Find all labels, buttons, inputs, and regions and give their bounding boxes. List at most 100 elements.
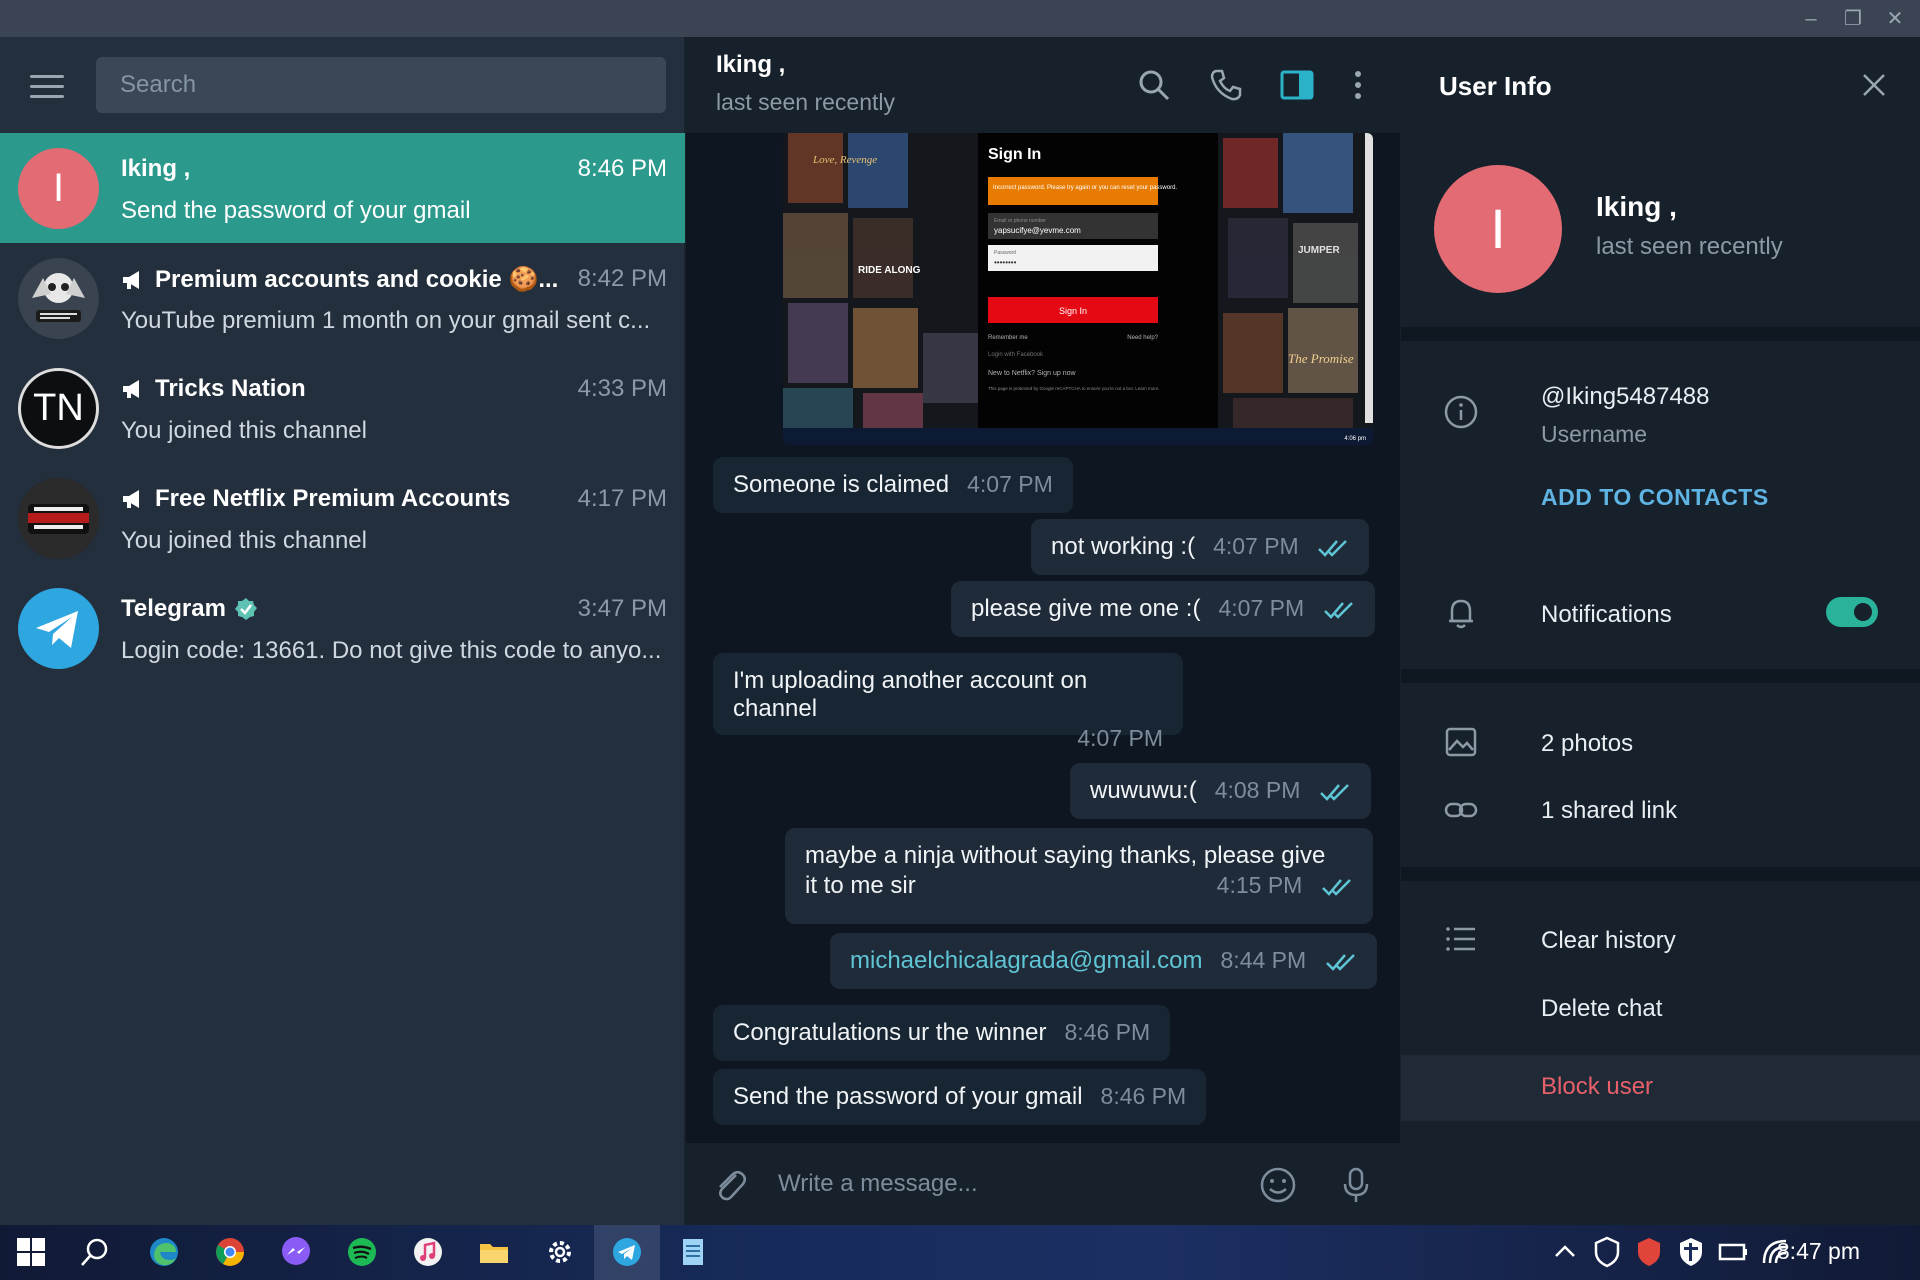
emoji-icon[interactable] (1258, 1165, 1298, 1205)
email-link[interactable]: michaelchicalagrada@gmail.com (850, 947, 1203, 974)
message-bubble[interactable]: Congratulations ur the winner 8:46 PM (713, 1005, 1171, 1061)
chat-preview: Login code: 13661. Do not give this code… (121, 637, 662, 664)
peer-name[interactable]: Iking , (716, 51, 785, 79)
minimize-button[interactable]: – (1796, 6, 1826, 32)
settings-gear-icon[interactable] (543, 1235, 577, 1269)
add-to-contacts-button[interactable]: ADD TO CONTACTS (1541, 484, 1769, 511)
photo-poster-title: The Promise (1288, 351, 1354, 366)
user-name: Iking , (1596, 191, 1677, 222)
restore-button[interactable]: ❐ (1838, 6, 1868, 32)
delete-chat-button[interactable]: Delete chat (1541, 995, 1662, 1023)
clear-history-button[interactable]: Clear history (1541, 927, 1676, 955)
windows-start-icon[interactable] (14, 1235, 48, 1269)
security-shield-icon[interactable] (1590, 1235, 1624, 1269)
message-bubble[interactable]: Someone is claimed 4:07 PM (713, 457, 1073, 513)
attach-icon[interactable] (710, 1165, 750, 1205)
photo-signin-button: Sign In (1059, 306, 1087, 316)
avatar (18, 478, 99, 559)
chat-preview: YouTube premium 1 month on your gmail se… (121, 307, 651, 334)
messenger-icon[interactable] (279, 1235, 313, 1269)
more-options-icon[interactable] (1340, 67, 1376, 103)
file-explorer-icon[interactable] (477, 1235, 511, 1269)
message-bubble[interactable]: wuwuwu:(4:08 PM (1070, 763, 1372, 819)
shared-photos-item[interactable]: 2 photos (1541, 730, 1633, 758)
shared-links-item[interactable]: 1 shared link (1541, 797, 1677, 825)
itunes-icon[interactable] (411, 1235, 445, 1269)
chat-name: Premium accounts and cookie 🍪... (121, 265, 558, 294)
avatar[interactable]: I (1434, 165, 1562, 293)
message-composer (686, 1143, 1400, 1225)
message-bubble[interactable]: maybe a ninja without saying thanks, ple… (785, 828, 1373, 924)
chat-list: I Iking , 8:46 PM Send the password of y… (0, 133, 685, 683)
message-bubble[interactable]: please give me one :(4:07 PM (951, 581, 1375, 637)
chevron-up-icon[interactable] (1548, 1235, 1582, 1269)
search-icon[interactable] (78, 1235, 112, 1269)
taskbar-clock[interactable]: 8:47 pm (1777, 1238, 1860, 1265)
chat-time: 8:42 PM (577, 265, 667, 292)
photo-facebook-text: Login with Facebook (988, 352, 1044, 358)
chat-time: 8:46 PM (577, 155, 667, 182)
chat-header[interactable]: Iking , last seen recently (686, 37, 1400, 133)
chat-preview: You joined this channel (121, 417, 367, 444)
message-text: Congratulations ur the winner (733, 1019, 1047, 1046)
hamburger-menu-icon[interactable] (30, 75, 64, 99)
taskbar: 8:47 pm (0, 1225, 1920, 1280)
search-box[interactable] (96, 57, 666, 113)
chat-list-pane: I Iking , 8:46 PM Send the password of y… (0, 37, 685, 1225)
message-bubble[interactable]: I'm uploading another account on channel… (713, 653, 1183, 751)
chat-name: Tricks Nation (121, 375, 306, 403)
message-time: 4:07 PM (967, 471, 1053, 497)
close-window-button[interactable]: ✕ (1880, 6, 1910, 32)
notifications-toggle[interactable] (1826, 597, 1878, 627)
avatar (18, 258, 99, 339)
message-input[interactable] (778, 1161, 1278, 1207)
photo-alert-text: Incorrect password. Please try again or … (993, 185, 1177, 191)
microphone-icon[interactable] (1336, 1165, 1376, 1205)
username-value[interactable]: @Iking5487488 (1541, 383, 1710, 411)
edge-icon[interactable] (147, 1235, 181, 1269)
megaphone-icon (123, 490, 139, 508)
telegram-taskbar-icon[interactable] (610, 1235, 644, 1269)
chat-item-telegram[interactable]: Telegram 3:47 PM Login code: 13661. Do n… (0, 573, 685, 683)
photo-need-help-text: Need help? (1127, 335, 1158, 341)
close-icon[interactable] (1856, 67, 1892, 103)
search-icon[interactable] (1136, 67, 1172, 103)
message-bubble[interactable]: Send the password of your gmail 8:46 PM (713, 1069, 1207, 1125)
chat-item-premium-accounts[interactable]: Premium accounts and cookie 🍪... 8:42 PM… (0, 243, 685, 353)
defender-icon[interactable] (1674, 1235, 1708, 1269)
message-text: I'm uploading another account on channel (733, 667, 1088, 722)
info-icon (1444, 395, 1478, 429)
chat-name: Iking , (121, 155, 191, 182)
conversation-pane: Iking , last seen recently Sign In Incor… (686, 37, 1400, 1225)
chat-item-tricks-nation[interactable]: TN Tricks Nation 4:33 PM You joined this… (0, 353, 685, 463)
message-bubble[interactable]: michaelchicalagrada@gmail.com 8:44 PM (830, 933, 1377, 989)
message-time: 8:46 PM (1064, 1019, 1151, 1045)
photo-poster-title: Love, Revenge (812, 154, 877, 166)
photo-email-label: Email or phone number (994, 218, 1046, 224)
message-text: Send the password of your gmail (733, 1083, 1083, 1110)
message-time: 4:15 PM (1216, 872, 1303, 898)
chat-time: 3:47 PM (577, 595, 667, 622)
photo-taskbar-clock: 4:06 pm (1344, 436, 1366, 442)
spotify-icon[interactable] (345, 1235, 379, 1269)
phone-icon[interactable] (1208, 67, 1244, 103)
megaphone-icon (123, 380, 139, 398)
chrome-icon[interactable] (213, 1235, 247, 1269)
battery-icon[interactable] (1716, 1235, 1750, 1269)
antivirus-shield-icon[interactable] (1632, 1235, 1666, 1269)
message-time: 4:08 PM (1214, 777, 1301, 803)
message-bubble[interactable]: not working :(4:07 PM (1031, 519, 1370, 575)
chat-time: 4:33 PM (577, 375, 667, 402)
block-user-button[interactable]: Block user (1541, 1073, 1653, 1101)
message-text: maybe a ninja without saying thanks, ple… (805, 842, 1326, 869)
divider (1401, 669, 1920, 683)
link-icon (1444, 802, 1478, 818)
search-input[interactable] (96, 57, 666, 113)
block-user-row[interactable]: Block user (1401, 1055, 1920, 1121)
sidebar-toggle-icon[interactable] (1279, 67, 1315, 103)
notepad-icon[interactable] (676, 1235, 710, 1269)
photo-poster-title: RIDE ALONG (858, 265, 921, 276)
photo-message[interactable]: Sign In Incorrect password. Please try a… (783, 133, 1373, 445)
chat-item-iking[interactable]: I Iking , 8:46 PM Send the password of y… (0, 133, 685, 243)
chat-item-free-netflix[interactable]: Free Netflix Premium Accounts 4:17 PM Yo… (0, 463, 685, 573)
